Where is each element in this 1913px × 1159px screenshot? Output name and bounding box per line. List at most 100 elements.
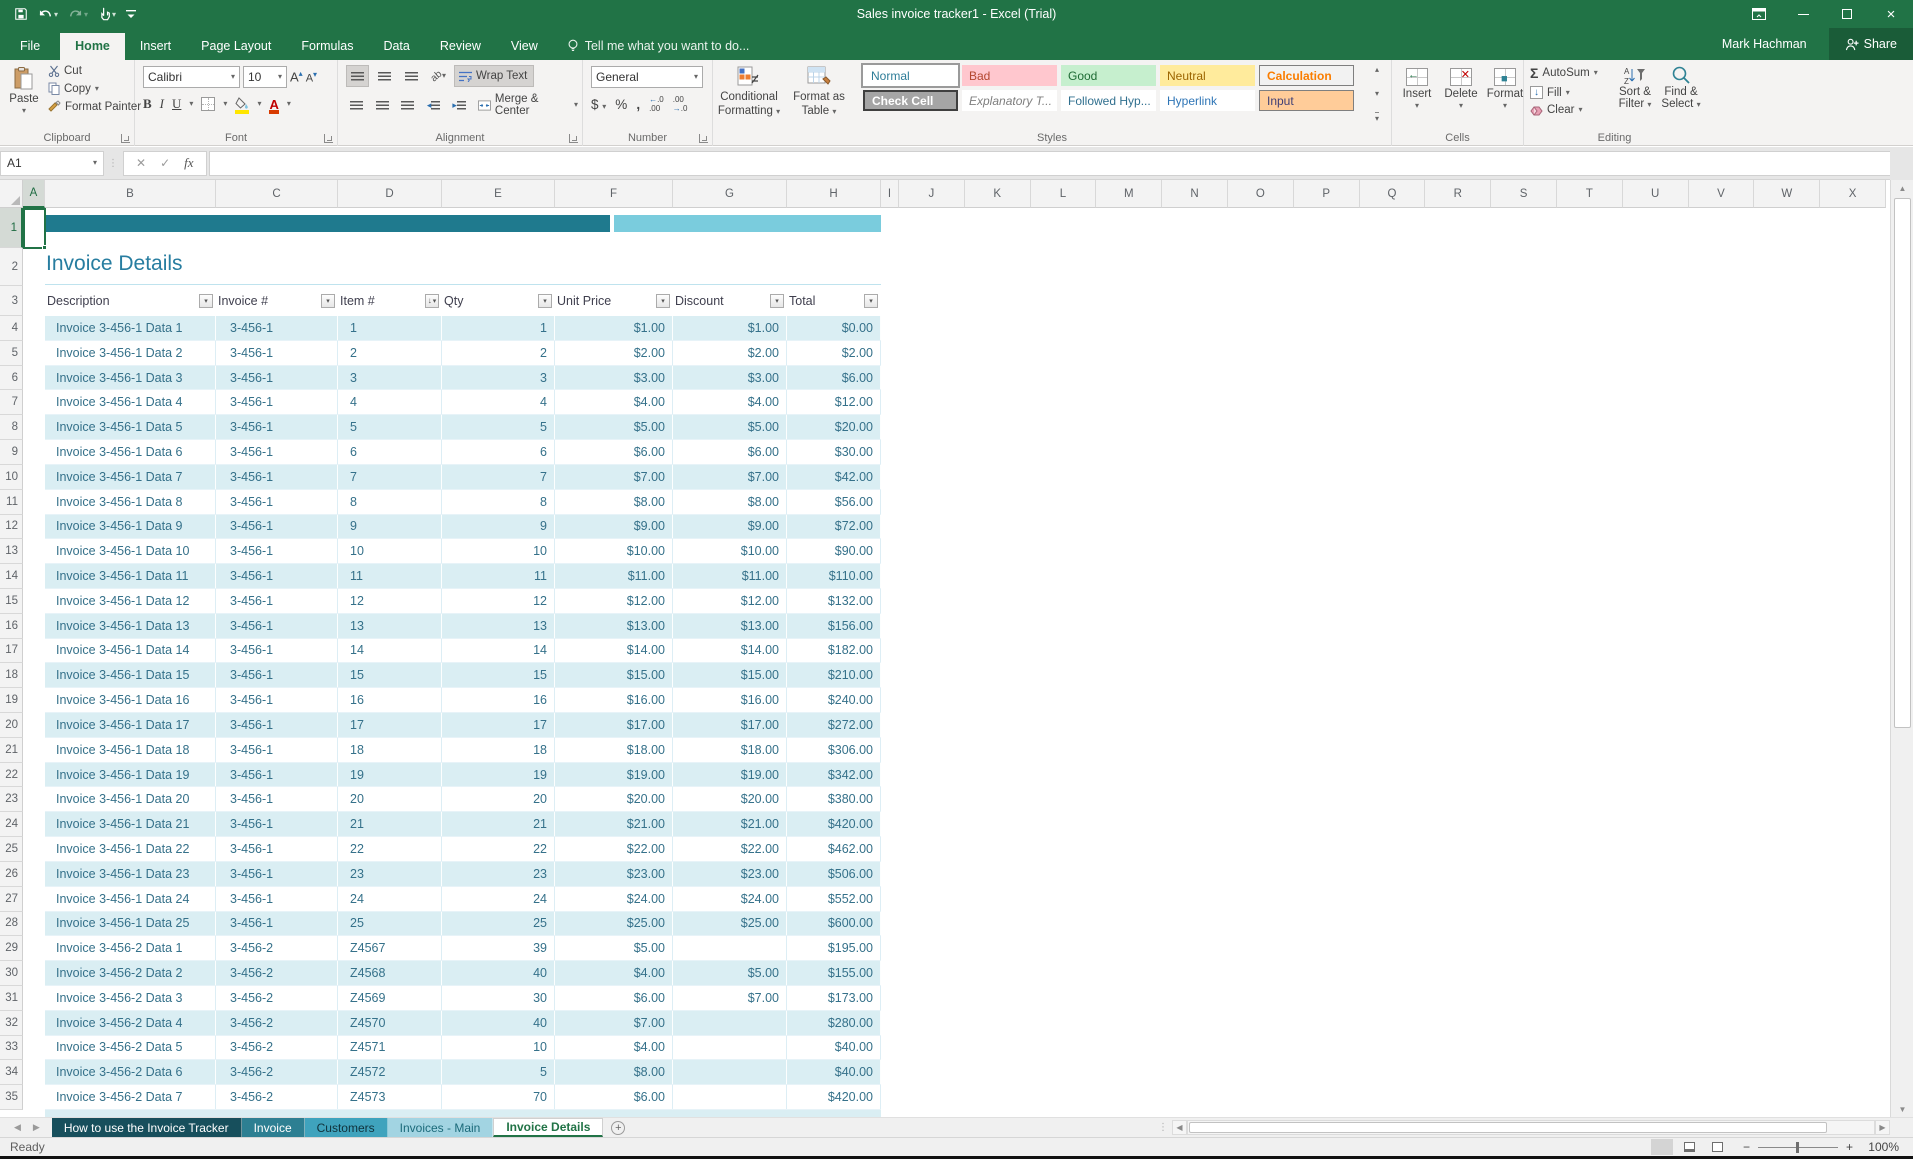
column-header-R[interactable]: R (1425, 180, 1491, 208)
table-cell[interactable]: $4.00 (555, 1036, 673, 1060)
table-cell[interactable]: $40.00 (787, 1060, 881, 1084)
column-header-C[interactable]: C (216, 180, 338, 208)
table-cell[interactable]: $56.00 (787, 490, 881, 514)
table-cell[interactable]: $6.00 (555, 986, 673, 1010)
row-header-28[interactable]: 28 (0, 912, 23, 937)
merge-center-button[interactable]: Merge & Center ▾ (474, 94, 582, 116)
zoom-out-icon[interactable]: − (1743, 1140, 1750, 1154)
table-cell[interactable]: 3-456-1 (216, 862, 338, 886)
new-sheet-button[interactable]: + (603, 1118, 633, 1137)
table-cell[interactable]: $420.00 (787, 1085, 881, 1109)
row-header-27[interactable]: 27 (0, 887, 23, 912)
zoom-slider[interactable] (1758, 1147, 1838, 1148)
table-cell[interactable]: 3-456-1 (216, 763, 338, 787)
column-header-J[interactable]: J (899, 180, 965, 208)
table-cell[interactable]: $40.00 (787, 1036, 881, 1060)
scroll-left-arrow[interactable]: ◀ (1172, 1120, 1187, 1135)
column-header-M[interactable]: M (1096, 180, 1162, 208)
sheet-tab-customers[interactable]: Customers (305, 1118, 388, 1137)
table-cell[interactable]: $13.00 (555, 614, 673, 638)
row-header-9[interactable]: 9 (0, 440, 23, 465)
column-header-X[interactable]: X (1820, 180, 1886, 208)
shrink-font-button[interactable]: A▾ (306, 70, 317, 85)
bold-button[interactable]: B (143, 96, 152, 112)
row-header-32[interactable]: 32 (0, 1011, 23, 1036)
table-cell[interactable]: Invoice 3-456-2 Data 5 (45, 1036, 216, 1060)
table-cell[interactable]: $15.00 (673, 663, 787, 687)
align-center-button[interactable] (372, 94, 394, 116)
table-cell[interactable]: 21 (442, 812, 555, 836)
filter-dropdown-icon[interactable]: ↓▾ (425, 294, 439, 308)
filter-dropdown-icon[interactable]: ▾ (199, 294, 213, 308)
alignment-dialog-launcher[interactable] (569, 134, 578, 143)
ribbon-tab-page-layout[interactable]: Page Layout (186, 33, 286, 60)
table-cell[interactable]: $600.00 (787, 912, 881, 936)
table-cell[interactable]: $22.00 (673, 837, 787, 861)
table-cell[interactable]: Z4572 (338, 1060, 442, 1084)
table-cell[interactable] (673, 1011, 787, 1035)
touch-mode-dropdown[interactable]: ▾ (112, 10, 116, 19)
table-cell[interactable]: Invoice 3-456-1 Data 6 (45, 440, 216, 464)
table-cell[interactable]: 2 (338, 341, 442, 365)
column-header-D[interactable]: D (338, 180, 442, 208)
gallery-up-button[interactable]: ▴ (1375, 65, 1379, 74)
undo-button[interactable]: ▾ (38, 8, 58, 21)
table-cell[interactable]: Invoice 3-456-1 Data 20 (45, 787, 216, 811)
fill-color-button[interactable] (235, 97, 249, 112)
table-cell[interactable]: 3-456-1 (216, 713, 338, 737)
table-cell[interactable]: $0.00 (787, 316, 881, 340)
align-right-button[interactable] (397, 94, 419, 116)
table-cell[interactable]: Invoice 3-456-1 Data 11 (45, 564, 216, 588)
font-name-select[interactable]: Calibri▾ (143, 66, 240, 88)
table-cell[interactable]: 16 (338, 688, 442, 712)
table-cell[interactable]: 18 (338, 738, 442, 762)
table-cell[interactable]: 17 (338, 713, 442, 737)
row-header-12[interactable]: 12 (0, 515, 23, 540)
table-cell[interactable]: 3-456-1 (216, 589, 338, 613)
table-cell[interactable]: 13 (338, 614, 442, 638)
column-header-A[interactable]: A (23, 180, 45, 208)
table-cell[interactable]: 22 (338, 837, 442, 861)
table-cell[interactable]: Z4567 (338, 936, 442, 960)
table-cell[interactable]: $2.00 (555, 341, 673, 365)
table-cell[interactable]: 20 (442, 787, 555, 811)
table-cell[interactable]: 3-456-2 (216, 1060, 338, 1084)
table-cell[interactable]: 3-456-2 (216, 936, 338, 960)
select-all-corner[interactable] (0, 180, 23, 208)
table-cell[interactable]: $5.00 (673, 961, 787, 985)
cell-style-explanatory[interactable]: Explanatory T... (962, 90, 1057, 111)
table-cell[interactable]: Z4569 (338, 986, 442, 1010)
table-cell[interactable]: $506.00 (787, 862, 881, 886)
table-cell[interactable]: 18 (442, 738, 555, 762)
align-left-button[interactable] (346, 94, 368, 116)
format-painter-button[interactable]: Format Painter (48, 100, 141, 113)
column-header-K[interactable]: K (965, 180, 1031, 208)
underline-button[interactable]: U (172, 96, 181, 112)
table-cell[interactable]: 70 (442, 1085, 555, 1109)
table-cell[interactable]: $12.00 (787, 390, 881, 414)
table-cell[interactable]: 3-456-1 (216, 440, 338, 464)
row-header-30[interactable]: 30 (0, 961, 23, 986)
zoom-in-icon[interactable]: + (1846, 1140, 1853, 1154)
table-cell[interactable]: $11.00 (555, 564, 673, 588)
underline-dropdown[interactable]: ▾ (189, 100, 193, 108)
row-header-25[interactable]: 25 (0, 837, 23, 862)
table-cell[interactable]: $16.00 (555, 688, 673, 712)
table-cell[interactable] (673, 936, 787, 960)
table-cell[interactable]: Invoice 3-456-1 Data 22 (45, 837, 216, 861)
cell-style-good[interactable]: Good (1061, 65, 1156, 86)
gallery-down-button[interactable]: ▾ (1375, 89, 1379, 98)
cell-style-neutral[interactable]: Neutral (1160, 65, 1255, 86)
page-layout-view-icon[interactable] (1679, 1139, 1701, 1155)
vertical-scrollbar[interactable]: ▲ ▼ (1890, 180, 1913, 1117)
ribbon-tab-review[interactable]: Review (425, 33, 496, 60)
ribbon-tab-file[interactable]: File (0, 33, 60, 60)
conditional-formatting-button[interactable]: ConditionalFormatting ▾ (717, 62, 781, 128)
table-cell[interactable]: 16 (442, 688, 555, 712)
tell-me-box[interactable]: Tell me what you want to do... (553, 33, 764, 60)
horizontal-scroll-thumb[interactable] (1189, 1122, 1827, 1133)
column-header-G[interactable]: G (673, 180, 787, 208)
row-header-17[interactable]: 17 (0, 639, 23, 664)
ribbon-tab-insert[interactable]: Insert (125, 33, 186, 60)
column-header-T[interactable]: T (1557, 180, 1623, 208)
